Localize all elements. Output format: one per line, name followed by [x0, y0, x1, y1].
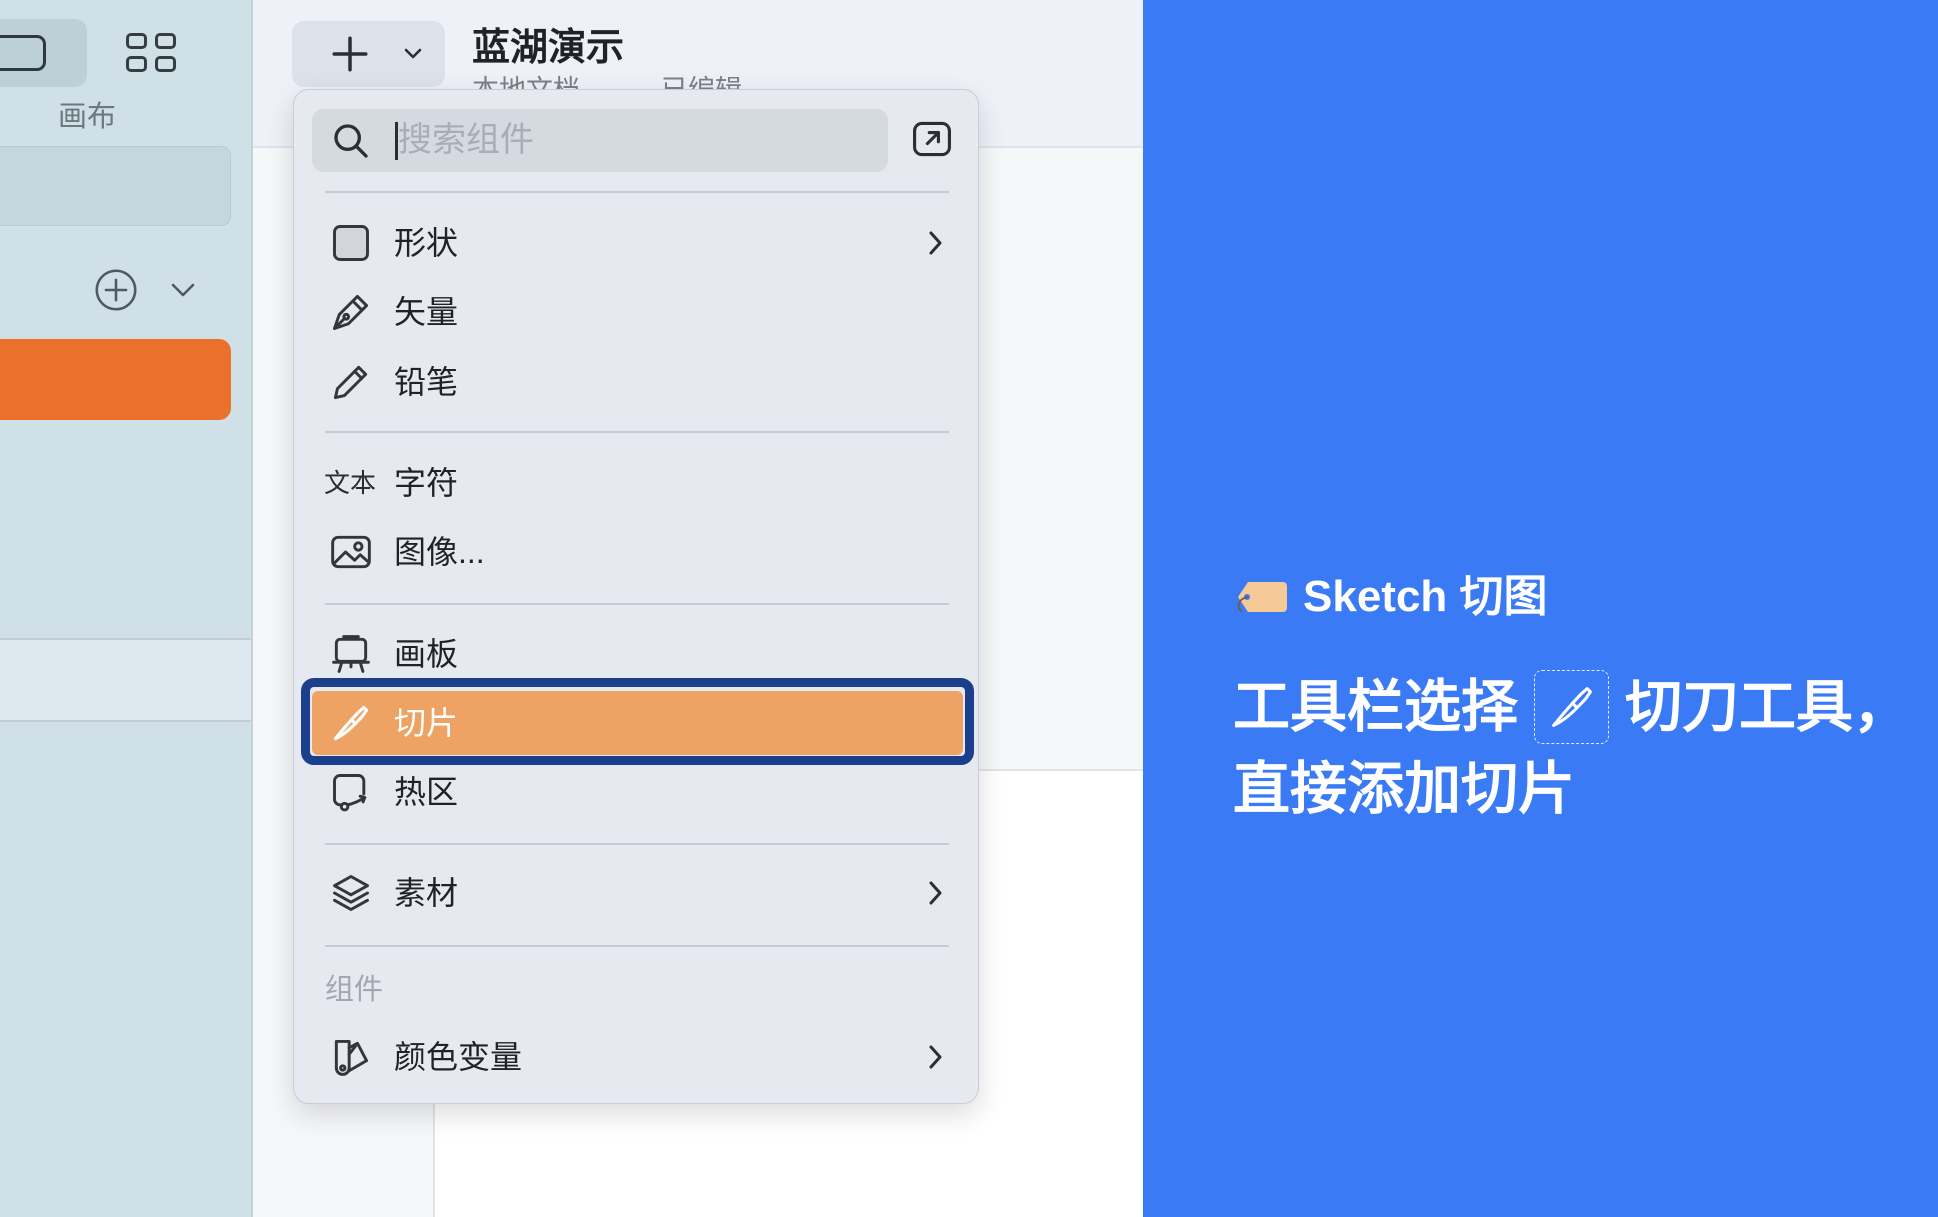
menu-item-image[interactable]: 图像... — [312, 521, 963, 583]
chevron-right-icon — [923, 227, 947, 259]
menu-item-label: 画板 — [394, 636, 459, 672]
callout-title: Sketch 切图 — [1303, 572, 1548, 621]
image-icon — [329, 530, 373, 574]
layer-row[interactable] — [0, 638, 251, 722]
callout-line-2: 直接添加切片 — [1233, 757, 1575, 821]
search-input[interactable] — [398, 109, 868, 172]
menu-item-label: 形状 — [394, 225, 459, 261]
menu-item-label: 热区 — [394, 774, 459, 810]
search-icon — [331, 121, 371, 161]
hotspot-icon — [329, 770, 373, 814]
slice-knife-icon — [329, 701, 373, 745]
canvas-view-icon — [0, 35, 46, 71]
slice-knife-icon — [1534, 670, 1609, 744]
document-title: 蓝湖演示 — [472, 27, 625, 69]
menu-divider — [325, 843, 949, 845]
insert-button[interactable] — [292, 21, 445, 87]
sidebar-filter-field[interactable] — [0, 146, 231, 226]
menu-item-pencil[interactable]: 铅笔 — [312, 351, 963, 413]
menu-item-label: 字符 — [394, 465, 459, 501]
menu-item-slice[interactable]: 切片 — [312, 691, 963, 755]
menu-item-label: 素材 — [394, 875, 459, 911]
menu-divider — [325, 191, 949, 193]
chevron-right-icon — [923, 1041, 947, 1073]
canvas-view-toggle[interactable] — [0, 19, 87, 87]
plus-icon — [329, 33, 371, 75]
menu-divider — [325, 431, 949, 433]
pencil-icon — [329, 360, 373, 404]
menu-item-label: 图像... — [394, 534, 485, 570]
menu-item-color-variables[interactable]: 颜色变量 — [312, 1026, 963, 1088]
menu-item-text[interactable]: 文本 字符 — [312, 452, 963, 514]
selected-page-row[interactable] — [0, 339, 231, 420]
grid-view-icon[interactable] — [126, 33, 178, 73]
menu-divider — [325, 603, 949, 605]
square-icon — [329, 221, 373, 265]
component-search[interactable] — [312, 109, 888, 172]
sidebar: 画布 — [0, 0, 253, 1217]
menu-item-label: 切片 — [394, 705, 459, 741]
callout-text: 切刀工具， — [1625, 675, 1910, 739]
circle-plus-icon[interactable] — [94, 268, 138, 312]
canvas-view-label: 画布 — [57, 101, 116, 133]
menu-item-assets[interactable]: 素材 — [312, 862, 963, 924]
insert-menu: 形状 矢量 铅笔 文本 字符 图像... 画板 — [293, 89, 979, 1104]
text-icon: 文本 — [323, 468, 376, 498]
menu-item-artboard[interactable]: 画板 — [312, 623, 963, 685]
label-tag-icon — [1233, 578, 1289, 616]
menu-item-label: 矢量 — [394, 294, 459, 330]
callout-text: 工具栏选择 — [1233, 675, 1518, 739]
external-window-icon[interactable] — [910, 117, 954, 161]
artboard-icon — [329, 632, 373, 676]
menu-item-label: 颜色变量 — [394, 1039, 523, 1075]
menu-item-vector[interactable]: 矢量 — [312, 281, 963, 343]
tutorial-callout: Sketch 切图 工具栏选择 切刀工具， 直接添加切片 — [1143, 0, 1938, 1217]
chevron-down-icon — [400, 42, 426, 66]
color-swatch-icon — [329, 1035, 373, 1079]
menu-divider — [325, 945, 949, 947]
layers-icon — [329, 871, 373, 915]
callout-line-1: 工具栏选择 切刀工具， — [1233, 670, 1910, 744]
menu-item-hotspot[interactable]: 热区 — [312, 761, 963, 823]
chevron-right-icon — [923, 877, 947, 909]
chevron-down-icon[interactable] — [167, 278, 199, 302]
components-section-header: 组件 — [325, 974, 384, 1006]
pen-icon — [329, 290, 373, 334]
menu-item-label: 铅笔 — [394, 364, 459, 400]
menu-item-shape[interactable]: 形状 — [312, 212, 963, 274]
